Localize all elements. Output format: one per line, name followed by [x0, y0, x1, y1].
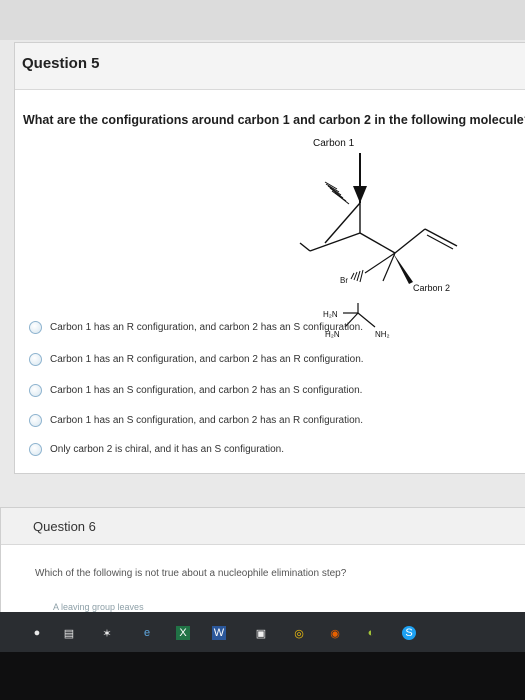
app-icon[interactable]: ◐	[364, 626, 378, 640]
option-3-label: Carbon 1 has an S configuration, and car…	[50, 384, 363, 396]
mic-icon[interactable]: ●	[30, 626, 44, 640]
nh2-label: NH₂	[375, 330, 390, 339]
store-icon[interactable]: ▣	[254, 626, 268, 640]
radio-button[interactable]	[29, 383, 42, 397]
option-1[interactable]: Carbon 1 has an R configuration, and car…	[29, 316, 363, 338]
question-5-header: Question 5	[15, 43, 525, 90]
question-5-card: Question 5 What are the configurations a…	[14, 42, 525, 474]
firefox-icon[interactable]: ◉	[328, 626, 342, 640]
bottom-shadow	[0, 652, 525, 700]
chrome-icon[interactable]: ◎	[292, 626, 306, 640]
top-strip	[0, 0, 525, 40]
pin-icon[interactable]: ✶	[100, 626, 114, 640]
carbon-1-label: Carbon 1	[313, 138, 355, 149]
word-icon[interactable]: W	[212, 626, 226, 640]
question-5-prompt: What are the configurations around carbo…	[23, 113, 525, 127]
option-5-label: Only carbon 2 is chiral, and it has an S…	[50, 443, 285, 455]
skype-icon[interactable]: S	[402, 626, 416, 640]
option-5[interactable]: Only carbon 2 is chiral, and it has an S…	[29, 438, 284, 460]
excel-icon[interactable]: X	[176, 626, 190, 640]
option-4-label: Carbon 1 has an S configuration, and car…	[50, 414, 363, 426]
option-1-label: Carbon 1 has an R configuration, and car…	[50, 321, 363, 333]
question-6-prompt: Which of the following is not true about…	[35, 568, 347, 579]
task-view-icon[interactable]: ▤	[62, 626, 76, 640]
question-6-title: Question 6	[33, 519, 96, 534]
option-3[interactable]: Carbon 1 has an S configuration, and car…	[29, 379, 362, 401]
question-6-header: Question 6	[1, 508, 525, 545]
radio-button[interactable]	[29, 352, 42, 366]
question-5-title: Question 5	[22, 55, 100, 72]
br-label: Br	[340, 276, 348, 285]
option-2[interactable]: Carbon 1 has an R configuration, and car…	[29, 348, 364, 370]
edge-icon[interactable]: e	[140, 626, 154, 640]
option-4[interactable]: Carbon 1 has an S configuration, and car…	[29, 409, 363, 431]
radio-button[interactable]	[29, 320, 42, 334]
carbon-2-label: Carbon 2	[413, 283, 450, 293]
radio-button[interactable]	[29, 442, 42, 456]
option-2-label: Carbon 1 has an R configuration, and car…	[50, 353, 364, 365]
question-6-partial-option: A leaving group leaves	[53, 602, 144, 612]
radio-button[interactable]	[29, 413, 42, 427]
screen: Question 5 What are the configurations a…	[0, 0, 525, 700]
